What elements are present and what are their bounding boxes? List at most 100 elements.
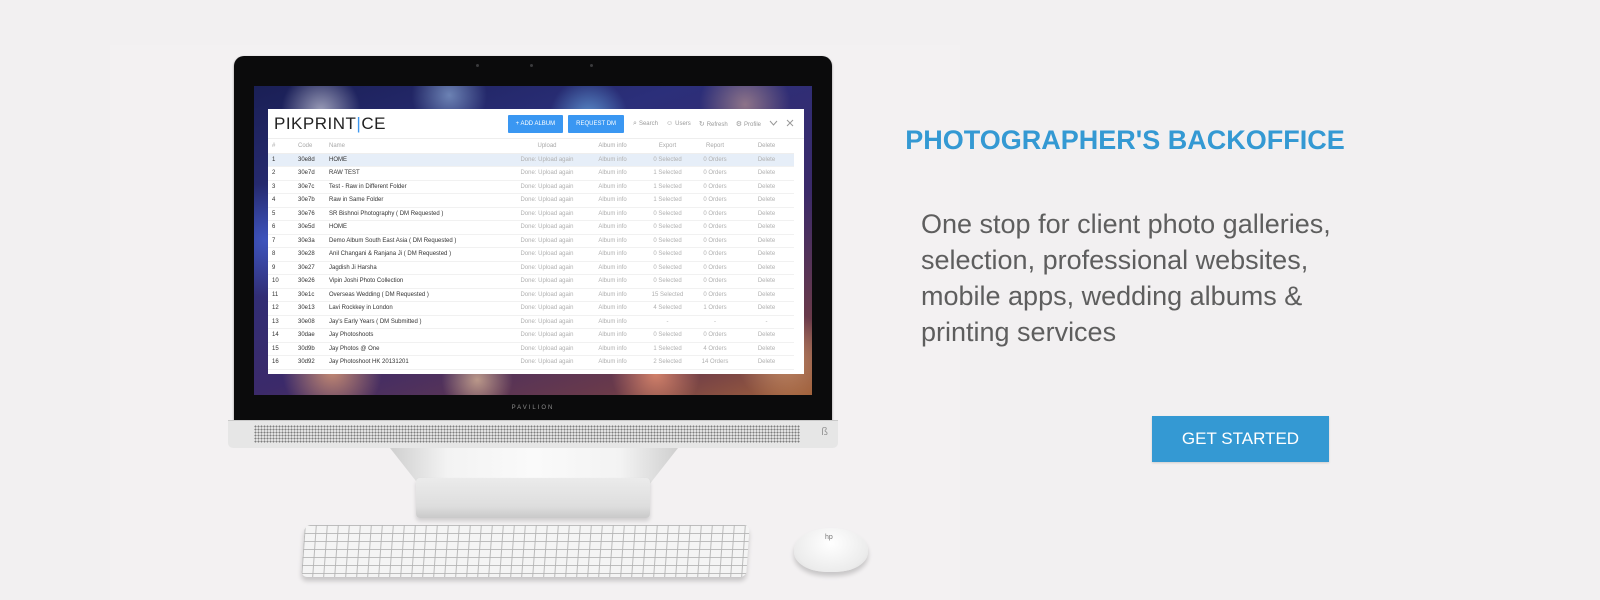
col-num[interactable]: # bbox=[268, 139, 294, 154]
row-name[interactable]: Raw in Same Folder bbox=[325, 193, 513, 208]
row-upload-link[interactable]: Done: Upload again bbox=[513, 247, 581, 262]
row-report-count[interactable]: 0 Orders bbox=[691, 328, 739, 343]
row-name[interactable]: Jagdish Ji Harsha bbox=[325, 261, 513, 275]
nav-search[interactable]: ⌕ Search bbox=[633, 120, 658, 128]
row-delete-link[interactable]: Delete bbox=[739, 166, 794, 181]
row-delete-link[interactable]: Delete bbox=[739, 301, 794, 316]
row-export-count[interactable]: - bbox=[644, 315, 691, 329]
nav-profile[interactable]: ⚙ Profile bbox=[736, 120, 761, 128]
row-delete-link[interactable]: - bbox=[739, 315, 794, 329]
row-album-info-link[interactable]: Album info bbox=[581, 207, 644, 221]
row-album-info-link[interactable]: Album info bbox=[581, 274, 644, 289]
row-report-count[interactable]: 0 Orders bbox=[691, 153, 739, 167]
row-export-count[interactable]: 15 Selected bbox=[644, 288, 691, 302]
row-upload-link[interactable]: Done: Upload again bbox=[513, 261, 581, 275]
row-delete-link[interactable]: Delete bbox=[739, 220, 794, 235]
row-delete-link[interactable]: Delete bbox=[739, 180, 794, 194]
row-name[interactable]: Jay's Early Years ( DM Submitted ) bbox=[325, 315, 513, 329]
row-export-count[interactable]: 4 Selected bbox=[644, 301, 691, 316]
row-export-count[interactable]: 0 Selected bbox=[644, 247, 691, 262]
table-row[interactable]: 5 30e76 SR Bishnoi Photography ( DM Reques… bbox=[268, 207, 794, 221]
row-delete-link[interactable]: Delete bbox=[739, 355, 794, 370]
row-album-info-link[interactable]: Album info bbox=[581, 180, 644, 194]
row-upload-link[interactable]: Done: Upload again bbox=[513, 193, 581, 208]
row-delete-link[interactable]: Delete bbox=[739, 247, 794, 262]
row-delete-link[interactable]: Delete bbox=[739, 342, 794, 356]
row-upload-link[interactable]: Done: Upload again bbox=[513, 153, 581, 167]
row-album-info-link[interactable]: Album info bbox=[581, 342, 644, 356]
row-name[interactable]: Jay Photoshoots bbox=[325, 328, 513, 343]
chevron-down-icon[interactable] bbox=[769, 120, 778, 128]
row-upload-link[interactable]: Done: Upload again bbox=[513, 220, 581, 235]
row-upload-link[interactable]: Done: Upload again bbox=[513, 166, 581, 181]
row-album-info-link[interactable]: Album info bbox=[581, 220, 644, 235]
table-row[interactable]: 1 30e8d HOME Done: Upload again Album info 0 … bbox=[268, 153, 794, 167]
row-export-count[interactable]: 0 Selected bbox=[644, 220, 691, 235]
row-export-count[interactable]: 1 Selected bbox=[644, 193, 691, 208]
table-row[interactable]: 11 30e1c Overseas Wedding ( DM Requested )… bbox=[268, 288, 794, 302]
row-name[interactable]: Test - Raw in Different Folder bbox=[325, 180, 513, 194]
row-export-count[interactable]: 0 Selected bbox=[644, 153, 691, 167]
row-upload-link[interactable]: Done: Upload again bbox=[513, 315, 581, 329]
nav-refresh[interactable]: ↻ Refresh bbox=[699, 120, 728, 128]
row-name[interactable]: Lavi Rockkey in London bbox=[325, 301, 513, 316]
row-name[interactable]: Jay Photoshoot HK 20131201 bbox=[325, 355, 513, 370]
row-album-info-link[interactable]: Album info bbox=[581, 247, 644, 262]
row-report-count[interactable]: 0 Orders bbox=[691, 247, 739, 262]
row-name[interactable]: HOME bbox=[325, 220, 513, 235]
row-name[interactable]: Demo Album South East Asia ( DM Requeste… bbox=[325, 234, 513, 248]
row-delete-link[interactable]: Delete bbox=[739, 234, 794, 248]
row-delete-link[interactable]: Delete bbox=[739, 328, 794, 343]
row-report-count[interactable]: 0 Orders bbox=[691, 207, 739, 221]
table-row[interactable]: 16 30d92 Jay Photoshoot HK 20131201 Done: U… bbox=[268, 355, 794, 370]
col-report[interactable]: Report bbox=[691, 139, 739, 154]
row-upload-link[interactable]: Done: Upload again bbox=[513, 274, 581, 289]
col-code[interactable]: Code bbox=[294, 139, 325, 154]
row-report-count[interactable]: - bbox=[691, 315, 739, 329]
table-row[interactable]: 2 30e7d RAW TEST Done: Upload again Album in… bbox=[268, 166, 794, 181]
row-report-count[interactable]: 0 Orders bbox=[691, 261, 739, 275]
table-row[interactable]: 6 30e5d HOME Done: Upload again Album info 0 … bbox=[268, 220, 794, 235]
row-album-info-link[interactable]: Album info bbox=[581, 315, 644, 329]
row-export-count[interactable]: 0 Selected bbox=[644, 328, 691, 343]
row-report-count[interactable]: 0 Orders bbox=[691, 193, 739, 208]
row-album-info-link[interactable]: Album info bbox=[581, 288, 644, 302]
table-row[interactable]: 14 30dae Jay Photoshoots Done: Upload again… bbox=[268, 328, 794, 343]
row-export-count[interactable]: 0 Selected bbox=[644, 274, 691, 289]
table-row[interactable]: 9 30e27 Jagdish Ji Harsha Done: Upload agai… bbox=[268, 261, 794, 275]
table-row[interactable]: 3 30e7c Test - Raw in Different Folder Done… bbox=[268, 180, 794, 194]
row-album-info-link[interactable]: Album info bbox=[581, 328, 644, 343]
row-report-count[interactable]: 0 Orders bbox=[691, 220, 739, 235]
nav-users[interactable]: ☺ Users bbox=[666, 120, 691, 127]
row-report-count[interactable]: 0 Orders bbox=[691, 166, 739, 181]
row-delete-link[interactable]: Delete bbox=[739, 193, 794, 208]
row-report-count[interactable]: 4 Orders bbox=[691, 342, 739, 356]
row-name[interactable]: SR Bishnoi Photography ( DM Requested ) bbox=[325, 207, 513, 221]
row-album-info-link[interactable]: Album info bbox=[581, 355, 644, 370]
row-upload-link[interactable]: Done: Upload again bbox=[513, 342, 581, 356]
add-album-button[interactable]: + ADD ALBUM bbox=[507, 114, 564, 133]
table-row[interactable]: 7 30e3a Demo Album South East Asia ( DM Re… bbox=[268, 234, 794, 248]
row-export-count[interactable]: 2 Selected bbox=[644, 355, 691, 370]
table-row[interactable]: 8 30e28 Anil Changani & Ranjana Ji ( DM Re… bbox=[268, 247, 794, 262]
row-upload-link[interactable]: Done: Upload again bbox=[513, 301, 581, 316]
col-upload[interactable]: Upload bbox=[513, 139, 581, 154]
row-name[interactable]: Vipin Joshi Photo Collection bbox=[325, 274, 513, 289]
row-delete-link[interactable]: Delete bbox=[739, 261, 794, 275]
col-export[interactable]: Export bbox=[644, 139, 691, 154]
row-name[interactable]: Anil Changani & Ranjana Ji ( DM Requeste… bbox=[325, 247, 513, 262]
col-album-info[interactable]: Album info bbox=[581, 139, 644, 154]
row-name[interactable]: HOME bbox=[325, 153, 513, 167]
row-album-info-link[interactable]: Album info bbox=[581, 153, 644, 167]
row-export-count[interactable]: 1 Selected bbox=[644, 342, 691, 356]
row-upload-link[interactable]: Done: Upload again bbox=[513, 355, 581, 370]
row-upload-link[interactable]: Done: Upload again bbox=[513, 288, 581, 302]
row-upload-link[interactable]: Done: Upload again bbox=[513, 207, 581, 221]
row-report-count[interactable]: 0 Orders bbox=[691, 180, 739, 194]
row-delete-link[interactable]: Delete bbox=[739, 207, 794, 221]
table-row[interactable]: 15 30d9b Jay Photos @ One Done: Upload agai… bbox=[268, 342, 794, 356]
close-icon[interactable] bbox=[786, 119, 794, 129]
row-report-count[interactable]: 0 Orders bbox=[691, 234, 739, 248]
row-album-info-link[interactable]: Album info bbox=[581, 301, 644, 316]
row-export-count[interactable]: 1 Selected bbox=[644, 166, 691, 181]
